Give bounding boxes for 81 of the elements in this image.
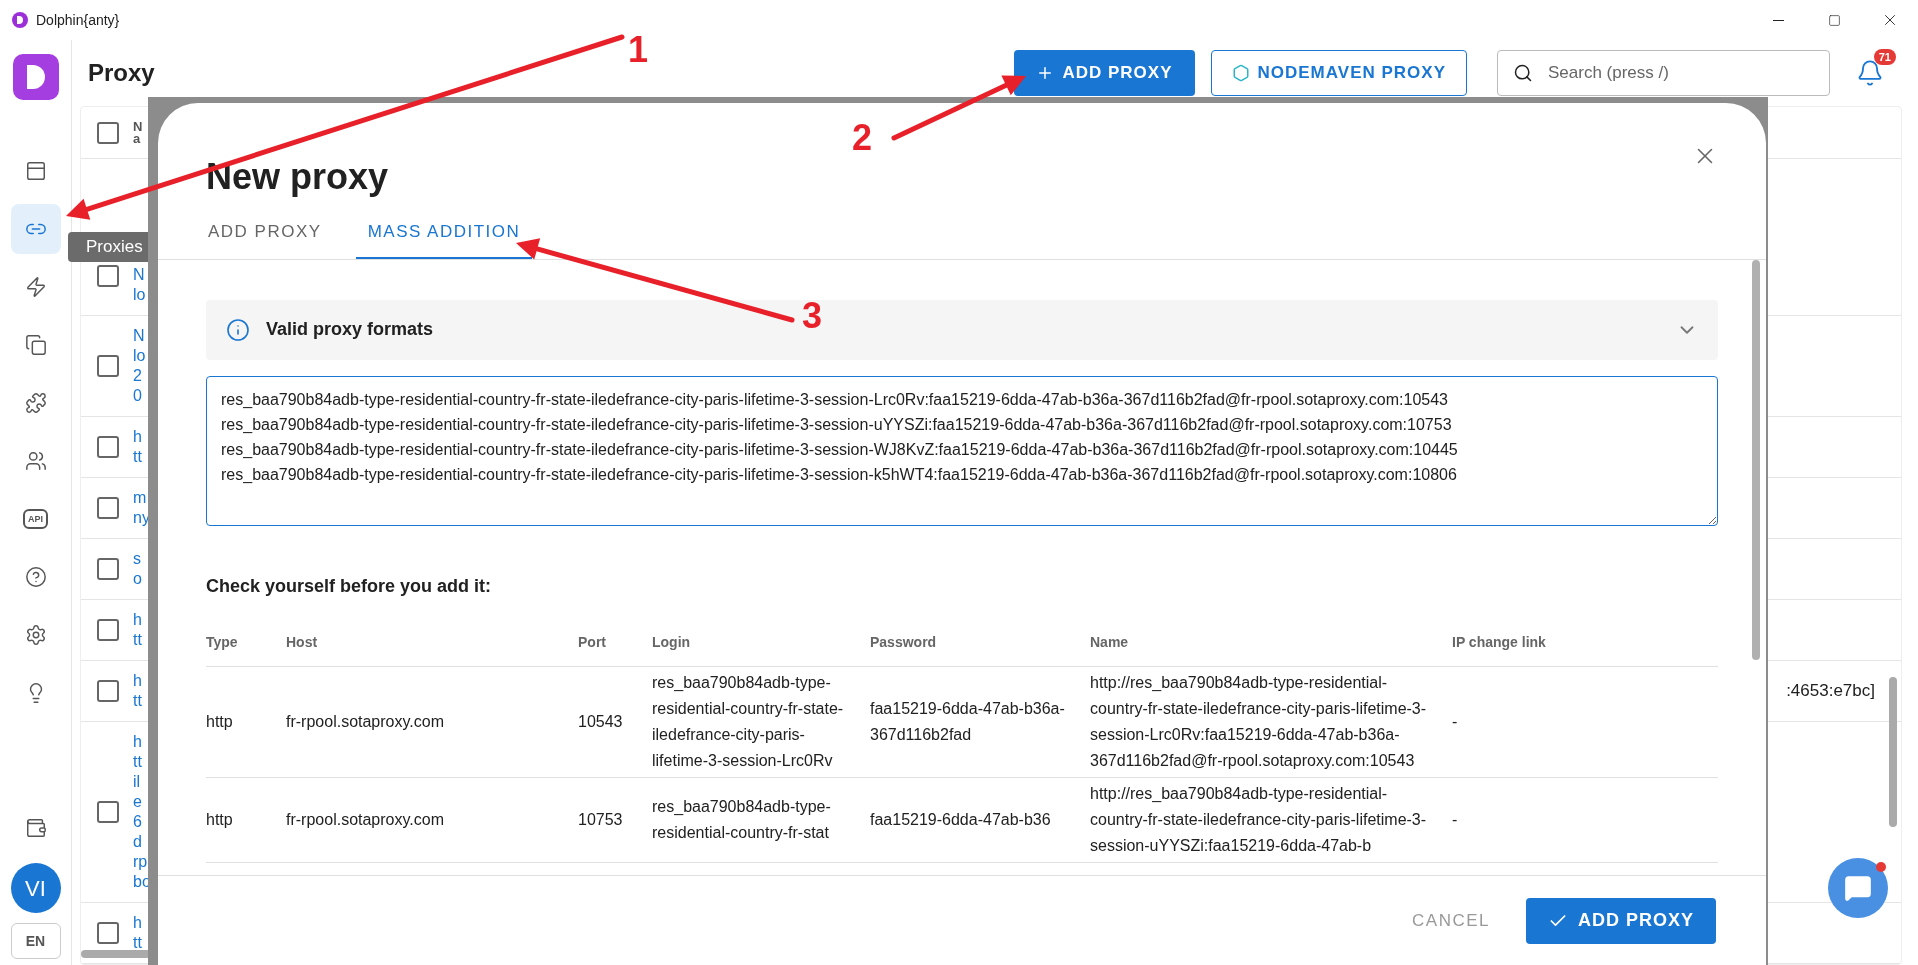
wallet-icon — [24, 817, 47, 839]
column-header: Name — [1090, 633, 1129, 650]
table-cell-text: - — [1452, 809, 1459, 830]
checkbox[interactable] — [97, 121, 119, 144]
cancel-button[interactable]: CANCEL — [1402, 907, 1500, 934]
checkbox[interactable] — [97, 436, 119, 458]
language-button[interactable]: EN — [10, 923, 61, 959]
table-cell-text: http — [206, 711, 234, 732]
annotation-number: 3 — [802, 296, 823, 336]
settings-icon — [24, 624, 47, 646]
app-logo-icon — [12, 12, 28, 28]
column-header: Host — [286, 633, 318, 650]
users-icon — [24, 450, 47, 472]
search-field[interactable]: Search (press /) — [1497, 50, 1830, 96]
scrollbar[interactable] — [1889, 677, 1897, 827]
table-cell-text: http://res_baa790b84adb-type-residential-country-fr-state-iledefrance-city-paris-lifetime-3-session-uYYSZi:faa15219-6dda-47ab-b — [1090, 783, 1428, 856]
table-cell-text: faa15219-6dda-47ab-b36a-367d116b2fad — [870, 698, 1066, 745]
checkbox[interactable] — [97, 680, 119, 702]
annotation-number: 1 — [628, 30, 649, 70]
notification-badge: 71 — [1873, 49, 1896, 65]
copy-icon — [24, 334, 47, 356]
browser-window-icon — [24, 160, 47, 182]
table-cell-text: res_baa790b84adb-type-residential-country-fr-state-iledefrance-city-paris-lifetime-3-session-Lrc0Rv — [652, 672, 845, 771]
scrollbar[interactable] — [1752, 259, 1760, 660]
table-cell-text: 10543 — [578, 711, 624, 732]
add-proxy-button[interactable]: ADD PROXY — [1014, 50, 1195, 96]
tab[interactable]: ADD PROXY — [196, 215, 334, 259]
add-proxy-button[interactable]: ADD PROXY — [1526, 897, 1716, 944]
nav-button[interactable]: API — [10, 494, 61, 544]
nav-button[interactable] — [10, 204, 61, 254]
proxy-name-fragment: h tt — [133, 427, 142, 467]
bell-icon[interactable] — [1856, 59, 1884, 87]
column-header: Login — [652, 633, 691, 650]
proxy-name-fragment: s o — [133, 549, 142, 589]
checkbox[interactable] — [97, 558, 119, 580]
proxy-name-fragment: h tt — [133, 610, 142, 650]
table-cell-text: :4653:e7bc] — [1786, 680, 1875, 703]
column-header: Type — [206, 633, 238, 650]
proxy-name-fragment: h tt — [133, 671, 142, 711]
hexagon-icon — [1231, 64, 1250, 82]
proxy-name-fragment: N lo 2 0 — [133, 326, 146, 406]
column-header: IP change link — [1452, 633, 1546, 650]
table-cell-text: http://res_baa790b84adb-type-residential-country-fr-state-iledefrance-city-paris-lifetime-3-session-Lrc0Rv:faa15219-6dda-47ab-b36a-367d116b2fad@fr-rpool.sotaproxy.com:10543 — [1090, 672, 1428, 771]
column-header: Password — [870, 633, 937, 650]
checkbox[interactable] — [97, 497, 119, 519]
lightning-icon — [24, 276, 47, 298]
scrollbar[interactable] — [81, 950, 151, 958]
column-header-fragment: N a — [133, 120, 143, 145]
info-icon — [226, 317, 250, 342]
checkbox[interactable] — [97, 619, 119, 641]
user-avatar[interactable]: VI — [10, 863, 61, 913]
table-cell-text: fr-rpool.sotaproxy.com — [286, 711, 445, 732]
checkbox[interactable] — [97, 922, 119, 944]
proxy-name-fragment: N lo — [133, 265, 146, 305]
proxy-name-fragment: h tt — [133, 913, 142, 953]
maximize-icon — [1827, 13, 1841, 27]
input-field[interactable]: res_baa790b84adb-type-residential-country-fr-state-iledefrance-city-paris-lifetime-3-session-Lrc0Rv:faa15219-6dda-47ab-b36a-367d116b2fad@fr-rpool.sotaproxy.com:10543 res_baa790b84adb-type-residential-country-fr-state-iledefrance-city-paris-lifetime-3-session-uYYSZi:faa15219-6dda-47ab-b36a-367d116b2fad@fr-rpool.sotaproxy.com:10753 res_baa790b84adb-type-residential-country-fr-state-iledefrance-city-paris-lifetime-3-session-WJ8KvZ:faa15219-6dda-47ab-b36a-367d116b2fad@fr-rpool.sotaproxy.com:10445 res_baa790b84adb-type-residential-country-fr-state-iledefrance-city-paris-lifetime-3-session-k5hWT4:faa15219-6dda-47ab-b36a-367d116b2fad@fr-rpool.sotaproxy.com:10806 — [206, 375, 1718, 526]
app-logo-icon — [12, 54, 59, 100]
table-cell-text: - — [1452, 711, 1459, 732]
minimize-icon — [1772, 19, 1784, 21]
checkbox[interactable] — [97, 355, 119, 377]
table-cell-text: http — [206, 809, 234, 830]
table-cell-text: 10753 — [578, 809, 624, 830]
puzzle-icon — [24, 392, 47, 414]
checkbox[interactable] — [97, 801, 119, 823]
page-title: Proxy — [88, 58, 155, 88]
section-title: Check yourself before you add it: — [206, 574, 493, 598]
checkbox[interactable] — [97, 265, 119, 287]
api-badge: API — [23, 509, 48, 529]
help-icon — [24, 566, 47, 588]
annotation-number: 2 — [852, 118, 873, 158]
column-header: Port — [578, 633, 606, 650]
window-title: Dolphin{anty} — [36, 10, 120, 30]
table-cell-text: fr-rpool.sotaproxy.com — [286, 809, 445, 830]
search-icon — [1513, 63, 1533, 83]
nodemaven-proxy-button[interactable]: NODEMAVEN PROXY — [1210, 50, 1467, 96]
chat-icon — [1844, 874, 1872, 902]
table-cell-text: faa15219-6dda-47ab-b36 — [870, 809, 1052, 830]
chat-button[interactable] — [1828, 858, 1888, 918]
accordion-title: Valid proxy formats — [266, 318, 434, 341]
table-cell-text: res_baa790b84adb-type-residential-country-fr-stat — [652, 796, 832, 843]
